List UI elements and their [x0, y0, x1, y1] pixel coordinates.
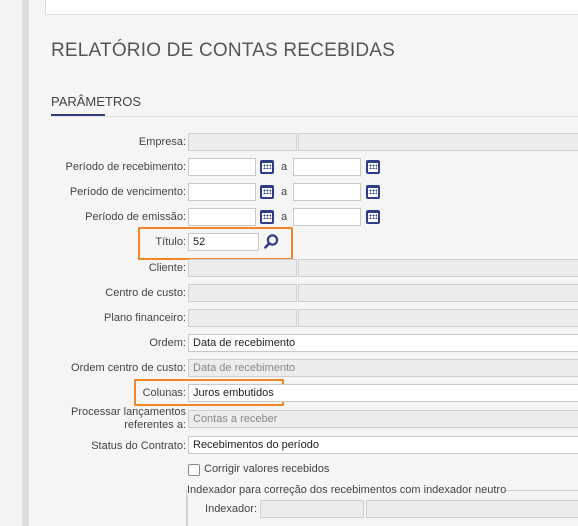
indexador-label: Indexador: — [205, 503, 257, 515]
calendar-icon[interactable] — [260, 160, 274, 174]
colunas-label: Colunas: — [142, 387, 186, 399]
calendar-icon[interactable] — [366, 160, 380, 174]
periodo-vencimento-label: Período de vencimento: — [69, 186, 186, 198]
recebimento-end-field[interactable] — [293, 158, 361, 176]
calendar-icon[interactable] — [366, 185, 380, 199]
left-sidebar — [0, 0, 22, 526]
ordem-centro-custo-label: Ordem centro de custo: — [71, 362, 186, 374]
periodo-emissao-label: Período de emissão: — [85, 211, 186, 223]
centro-custo-name-field[interactable] — [298, 284, 578, 302]
empresa-label: Empresa: — [138, 136, 186, 148]
calendar-icon[interactable] — [260, 210, 274, 224]
section-title: PARÂMETROS — [51, 94, 142, 109]
plano-financeiro-code-field[interactable] — [188, 309, 297, 327]
centro-custo-code-field[interactable] — [188, 284, 297, 302]
date-separator: a — [281, 161, 288, 173]
section-divider — [51, 116, 578, 117]
fieldset-border-top — [500, 490, 578, 491]
status-contrato-label: Status do Contrato: — [91, 440, 186, 452]
ordem-select[interactable]: Data de recebimento — [188, 334, 578, 352]
plano-financeiro-label: Plano financeiro: — [104, 312, 186, 324]
ordem-centro-custo-select[interactable]: Data de recebimento — [188, 359, 578, 377]
calendar-icon[interactable] — [260, 185, 274, 199]
cliente-name-field[interactable] — [298, 259, 578, 277]
processar-select[interactable]: Contas a receber — [188, 410, 578, 428]
empresa-name-field[interactable] — [298, 133, 578, 151]
indexador-group-label: Indexador para correção dos recebimentos… — [187, 484, 507, 496]
recebimento-start-field[interactable] — [188, 158, 256, 176]
indexador-code-field[interactable] — [260, 500, 364, 518]
plano-financeiro-name-field[interactable] — [298, 309, 578, 327]
vencimento-end-field[interactable] — [293, 183, 361, 201]
status-contrato-select[interactable]: Recebimentos do período — [188, 436, 578, 454]
emissao-start-field[interactable] — [188, 208, 256, 226]
empresa-code-field[interactable] — [188, 133, 297, 151]
titulo-label: Título: — [155, 236, 186, 248]
page-title: RELATÓRIO DE CONTAS RECEBIDAS — [51, 40, 395, 61]
corrigir-checkbox[interactable] — [188, 464, 200, 476]
colunas-select[interactable]: Juros embutidos — [188, 384, 578, 402]
emissao-end-field[interactable] — [293, 208, 361, 226]
corrigir-label: Corrigir valores recebidos — [204, 463, 330, 475]
cliente-label: Cliente: — [148, 262, 186, 274]
centro-custo-label: Centro de custo: — [105, 287, 186, 299]
top-panel — [45, 0, 578, 15]
search-icon[interactable] — [263, 233, 280, 250]
ordem-label: Ordem: — [149, 337, 186, 349]
cliente-code-field[interactable] — [188, 259, 297, 277]
sidebar-divider — [22, 0, 29, 526]
periodo-recebimento-label: Período de recebimento: — [65, 161, 186, 173]
vencimento-start-field[interactable] — [188, 183, 256, 201]
date-separator: a — [281, 186, 288, 198]
titulo-input[interactable]: 52 — [188, 233, 259, 251]
calendar-icon[interactable] — [366, 210, 380, 224]
processar-label-line1: Processar lançamentos — [71, 406, 186, 418]
indexador-name-field[interactable] — [366, 500, 578, 518]
processar-label-line2: referentes a: — [124, 419, 186, 431]
date-separator: a — [281, 211, 288, 223]
